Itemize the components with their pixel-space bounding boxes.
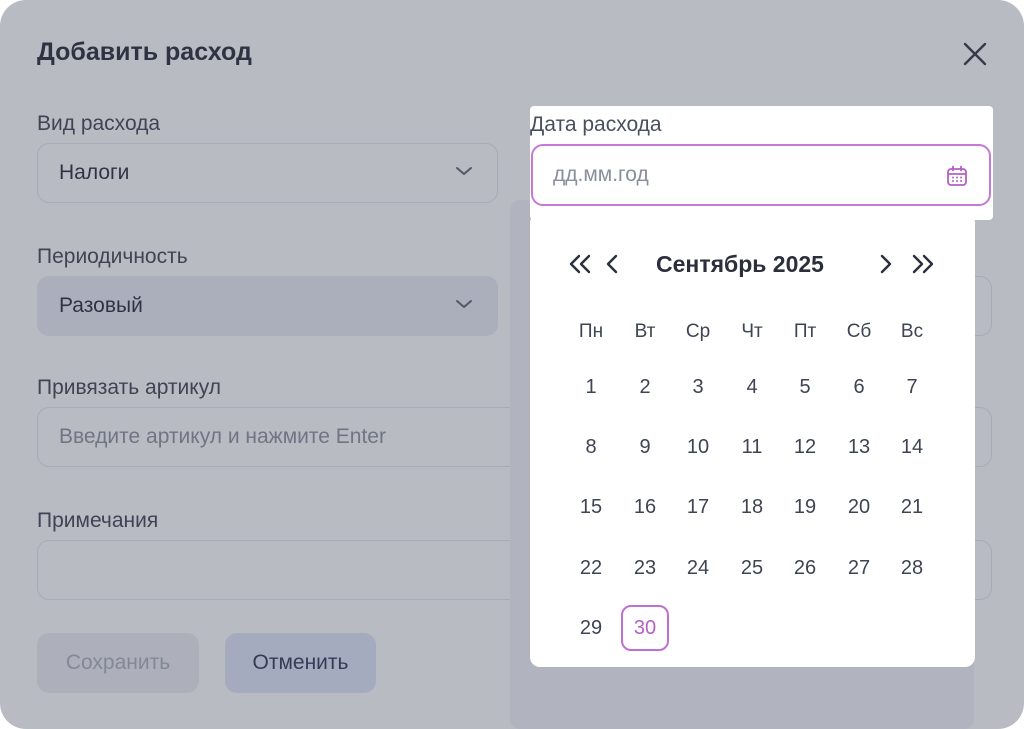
calendar-day[interactable]: 4 xyxy=(728,364,776,410)
periodicity-label: Периодичность xyxy=(37,245,188,268)
calendar-day[interactable]: 18 xyxy=(728,484,776,530)
calendar-day[interactable]: 29 xyxy=(567,605,615,651)
calendar-day[interactable]: 5 xyxy=(781,364,829,410)
modal-title: Добавить расход xyxy=(37,38,252,66)
calendar-day[interactable]: 8 xyxy=(567,424,615,470)
next-month-icon[interactable] xyxy=(876,251,896,277)
calendar-day[interactable]: 19 xyxy=(781,484,829,530)
calendar-day[interactable]: 26 xyxy=(781,545,829,591)
date-field-block: Дата расхода дд.мм.год xyxy=(530,106,993,220)
calendar-day[interactable]: 9 xyxy=(621,424,669,470)
calendar-day[interactable]: 25 xyxy=(728,545,776,591)
calendar-day[interactable]: 7 xyxy=(888,364,936,410)
notes-label: Примечания xyxy=(37,509,159,532)
calendar-day[interactable]: 10 xyxy=(674,424,722,470)
weekday-header: Чт xyxy=(741,321,763,342)
calendar-day[interactable]: 6 xyxy=(835,364,883,410)
prev-month-icon[interactable] xyxy=(602,251,622,277)
weekday-header: Вс xyxy=(900,321,924,342)
save-button[interactable]: Сохранить xyxy=(37,633,199,693)
calendar-day[interactable]: 12 xyxy=(781,424,829,470)
expense-type-label: Вид расхода xyxy=(37,112,161,135)
calendar-day[interactable]: 27 xyxy=(835,545,883,591)
calendar-day[interactable]: 13 xyxy=(835,424,883,470)
weekday-header: Пн xyxy=(578,321,604,342)
calendar-day[interactable]: 28 xyxy=(888,545,936,591)
calendar-day[interactable]: 16 xyxy=(621,484,669,530)
calendar-day[interactable]: 15 xyxy=(567,484,615,530)
weekday-header: Пт xyxy=(793,321,817,342)
cancel-button[interactable]: Отменить xyxy=(225,633,376,693)
periodicity-select[interactable]: Разовый xyxy=(37,276,498,336)
calendar-day[interactable]: 23 xyxy=(621,545,669,591)
calendar-day[interactable]: 17 xyxy=(674,484,722,530)
calendar-day[interactable]: 2 xyxy=(621,364,669,410)
date-picker-calendar: Сентябрь 2025 Пн Вт Ср Чт Пт Сб Вс 1 2 3 4 5 6 7 8 9 10 1… xyxy=(530,213,975,667)
close-icon[interactable] xyxy=(959,38,991,70)
calendar-day[interactable]: 20 xyxy=(835,484,883,530)
article-label: Привязать артикул xyxy=(37,376,221,399)
calendar-day[interactable]: 11 xyxy=(728,424,776,470)
calendar-day[interactable]: 22 xyxy=(567,545,615,591)
calendar-icon[interactable] xyxy=(945,164,969,188)
chevron-down-icon xyxy=(456,167,472,175)
add-expense-modal: Добавить расход Вид расхода Налоги Перио… xyxy=(0,0,1024,729)
date-input[interactable]: дд.мм.год xyxy=(531,144,991,206)
calendar-day[interactable]: 3 xyxy=(674,364,722,410)
prev-year-icon[interactable] xyxy=(566,251,596,277)
expense-type-value: Налоги xyxy=(59,161,130,184)
calendar-day[interactable]: 1 xyxy=(567,364,615,410)
calendar-day[interactable]: 14 xyxy=(888,424,936,470)
calendar-month-label: Сентябрь 2025 xyxy=(656,251,824,277)
expense-type-select[interactable]: Налоги xyxy=(37,143,498,203)
periodicity-value: Разовый xyxy=(59,294,143,317)
date-label: Дата расхода xyxy=(530,113,662,136)
next-year-icon[interactable] xyxy=(907,251,937,277)
calendar-day-today[interactable]: 30 xyxy=(621,605,669,651)
weekday-header: Ср xyxy=(685,321,711,342)
calendar-day[interactable]: 24 xyxy=(674,545,722,591)
calendar-day[interactable]: 21 xyxy=(888,484,936,530)
article-placeholder: Введите артикул и нажмите Enter xyxy=(59,425,386,448)
weekday-header: Сб xyxy=(846,321,872,342)
date-placeholder: дд.мм.год xyxy=(553,163,649,186)
weekday-header: Вт xyxy=(634,321,656,342)
chevron-down-icon xyxy=(456,300,472,308)
